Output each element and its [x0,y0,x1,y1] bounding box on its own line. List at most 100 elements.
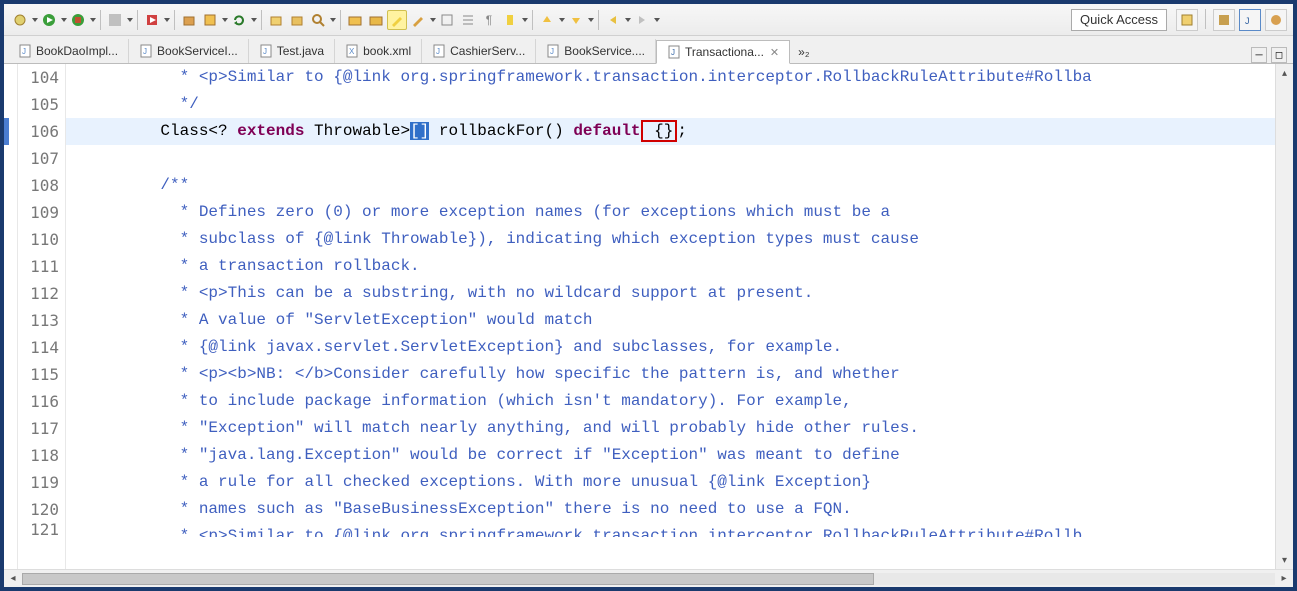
svg-text:J: J [671,48,675,57]
editor-tab[interactable]: J CashierServ... [422,39,536,63]
code-line[interactable]: * "java.lang.Exception" would be correct… [66,442,1275,469]
back-dropdown[interactable] [624,18,631,22]
code-editor[interactable]: 1041051061071081091101111121131141151161… [4,64,1293,569]
editor-tab[interactable]: Xbook.xml [335,39,422,63]
next-annotation-icon[interactable] [566,10,586,30]
tab-overflow-button[interactable]: »₂ [790,41,817,63]
hscroll-thumb[interactable] [22,573,874,585]
search-dropdown[interactable] [329,18,336,22]
ext-tools-icon[interactable] [142,10,162,30]
file-icon: J [139,44,153,58]
line-number: 107 [18,145,65,172]
java-perspective-icon[interactable] [1213,9,1235,31]
quick-access-input[interactable]: Quick Access [1071,9,1167,31]
vertical-scrollbar[interactable]: ▴ ▾ [1275,64,1293,569]
code-area[interactable]: * <p>Similar to {@link org.springframewo… [66,64,1275,569]
code-line[interactable]: * <p><b>NB: </b>Consider carefully how s… [66,361,1275,388]
editor-tab[interactable]: J Test.java [249,39,335,63]
stop-icon[interactable] [105,10,125,30]
code-line[interactable]: * a rule for all checked exceptions. Wit… [66,469,1275,496]
code-line[interactable]: * subclass of {@link Throwable}), indica… [66,226,1275,253]
highlight-icon[interactable] [387,10,407,30]
code-line[interactable] [66,145,1275,172]
debug-dropdown[interactable] [89,18,96,22]
bookmark-dropdown[interactable] [521,18,528,22]
prev-dropdown[interactable] [558,18,565,22]
file-icon: J [432,44,446,58]
line-number: 106 [18,118,65,145]
run-dropdown[interactable] [60,18,67,22]
editor-tab[interactable]: JBookDaoImpl... [8,39,129,63]
editor-tab[interactable]: JBookServiceI... [129,39,249,63]
line-number: 117 [18,415,65,442]
code-line[interactable]: /** [66,172,1275,199]
scroll-up-icon[interactable]: ▴ [1276,64,1293,82]
scroll-left-icon[interactable]: ◂ [4,573,22,584]
forward-dropdown[interactable] [653,18,660,22]
main-toolbar: ¶ Quick Access J [4,4,1293,36]
code-line[interactable]: * names such as "BaseBusinessException" … [66,496,1275,523]
new-menu-icon[interactable] [10,10,30,30]
edit-icon[interactable] [408,10,428,30]
debug-perspective-icon[interactable] [1265,9,1287,31]
new-dropdown[interactable] [31,18,38,22]
folder1-icon[interactable] [345,10,365,30]
line-number: 111 [18,253,65,280]
line-number: 104 [18,64,65,91]
debug-icon[interactable] [68,10,88,30]
code-line[interactable]: * "Exception" will match nearly anything… [66,415,1275,442]
hscroll-track[interactable] [22,573,1275,585]
code-line[interactable]: * to include package information (which … [66,388,1275,415]
toggle-icon[interactable] [437,10,457,30]
back-icon[interactable] [603,10,623,30]
code-line[interactable]: Class<? extends Throwable>[] rollbackFor… [66,118,1275,145]
maximize-view-icon[interactable]: ◻ [1271,47,1287,63]
code-line[interactable]: * Defines zero (0) or more exception nam… [66,199,1275,226]
bookmark-icon[interactable] [500,10,520,30]
edit-dropdown[interactable] [429,18,436,22]
editor-tab[interactable]: JBookService.... [536,39,656,63]
code-line[interactable]: * <p>Similar to {@link org.springframewo… [66,64,1275,91]
close-tab-icon[interactable]: ✕ [770,46,779,59]
pilcrow-icon[interactable]: ¶ [479,10,499,30]
code-line[interactable]: * a transaction rollback. [66,253,1275,280]
code-line[interactable]: * {@link javax.servlet.ServletException}… [66,334,1275,361]
minimize-view-icon[interactable]: ─ [1251,47,1267,63]
tab-label: Test.java [277,44,324,58]
class-dropdown[interactable] [221,18,228,22]
editor-tab[interactable]: JTransactiona...✕ [656,40,790,64]
line-number: 115 [18,361,65,388]
outline-icon[interactable] [458,10,478,30]
horizontal-scrollbar[interactable]: ◂ ▸ [4,569,1293,587]
open-type-icon[interactable] [266,10,286,30]
javaee-perspective-icon[interactable]: J [1239,9,1261,31]
search-icon[interactable] [308,10,328,30]
editor-tabbar: JBookDaoImpl...JBookServiceI...JTest.jav… [4,36,1293,64]
next-dropdown[interactable] [587,18,594,22]
folder2-icon[interactable] [366,10,386,30]
line-number: 119 [18,469,65,496]
forward-icon[interactable] [632,10,652,30]
code-line[interactable]: */ [66,91,1275,118]
new-package-icon[interactable] [179,10,199,30]
scroll-down-icon[interactable]: ▾ [1276,551,1293,569]
ext-dropdown[interactable] [163,18,170,22]
tab-label: BookService.... [564,44,645,58]
file-icon: J [259,44,273,58]
code-line[interactable]: * <p>This can be a substring, with no wi… [66,280,1275,307]
prev-annotation-icon[interactable] [537,10,557,30]
scroll-right-icon[interactable]: ▸ [1275,573,1293,584]
refresh-dropdown[interactable] [250,18,257,22]
open-resource-icon[interactable] [287,10,307,30]
stop-dropdown[interactable] [126,18,133,22]
new-class-icon[interactable] [200,10,220,30]
open-perspective-icon[interactable] [1176,9,1198,31]
run-icon[interactable] [39,10,59,30]
code-line[interactable]: * <p>Similar to {@link org.springframewo… [66,523,1275,537]
tab-label: CashierServ... [450,44,525,58]
code-line[interactable]: * A value of "ServletException" would ma… [66,307,1275,334]
line-number: 120 [18,496,65,523]
line-number: 110 [18,226,65,253]
line-number-gutter: 1041051061071081091101111121131141151161… [18,64,66,569]
refresh-icon[interactable] [229,10,249,30]
